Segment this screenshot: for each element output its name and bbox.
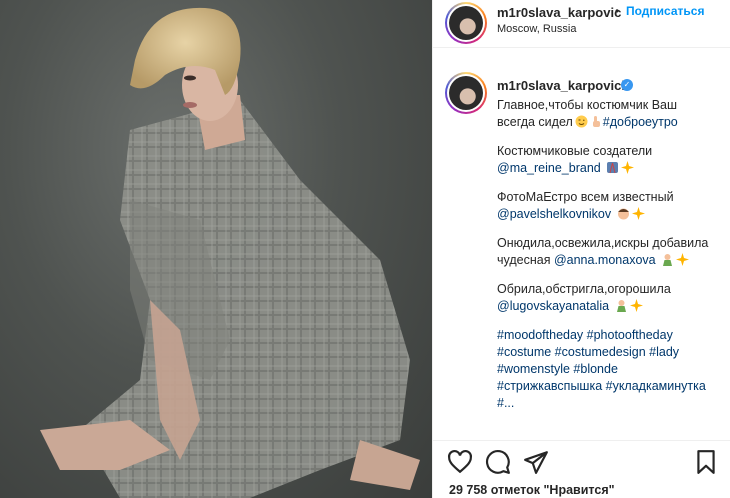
caption-line: чудесная — [497, 253, 554, 267]
follow-button[interactable]: Подписаться — [626, 4, 704, 18]
sparkle-emoji-icon — [629, 299, 643, 312]
sparkle-emoji-icon — [676, 253, 690, 266]
mention-link[interactable]: @ma_reine_brand — [497, 161, 601, 175]
suit-emoji-icon — [607, 162, 619, 174]
heart-icon[interactable] — [447, 449, 473, 475]
header-username[interactable]: m1r0slava_karpovic — [497, 5, 621, 20]
post-actions: 29 758 отметок "Нравится" — [433, 440, 730, 498]
photo-illustration — [40, 7, 420, 498]
sparkle-emoji-icon — [631, 207, 645, 220]
bookmark-icon[interactable] — [693, 449, 719, 475]
caption-paragraph-1: Главное,чтобы костюмчик Ваш всегда сидел… — [497, 97, 730, 131]
hashtag-line[interactable]: #womenstyle #blonde — [497, 361, 730, 378]
hashtag-link[interactable]: #доброеутро — [603, 115, 678, 129]
caption-line: всегда сидел — [497, 115, 573, 129]
mention-link[interactable]: @anna.monaxova — [554, 253, 656, 267]
post-side-panel: m1r0slava_karpovic • Подписаться Moscow,… — [432, 0, 730, 498]
verified-badge-icon: ✓ — [621, 79, 633, 91]
mention-link[interactable]: @pavelshelkovnikov — [497, 207, 611, 221]
post-photo[interactable] — [0, 0, 432, 498]
comment-icon[interactable] — [485, 449, 511, 475]
post-header: m1r0slava_karpovic • Подписаться Moscow,… — [433, 0, 730, 48]
mention-link[interactable]: @lugovskayanatalia — [497, 299, 609, 313]
woman-emoji-icon — [616, 300, 626, 312]
caption-line: Обрила,обстригла,огорошила — [497, 282, 671, 296]
caption-line: Главное,чтобы костюмчик Ваш — [497, 98, 678, 112]
caption-line: Костюмчиковые создатели — [497, 144, 653, 158]
woman-emoji-icon — [663, 254, 673, 266]
hand-emoji-icon — [592, 116, 600, 127]
wink-emoji-icon — [575, 115, 588, 128]
avatar[interactable] — [445, 2, 487, 44]
caption-text: Главное,чтобы костюмчик Ваш всегда сидел… — [497, 97, 730, 412]
caption-username[interactable]: m1r0slava_karpovich — [497, 78, 629, 93]
hashtag-line[interactable]: #costume #costumedesign #lady — [497, 344, 730, 361]
caption-paragraph-2: Костюмчиковые создатели @ma_reine_brand — [497, 143, 730, 177]
hashtag-line[interactable]: #стрижкавспышка #укладкаминутка — [497, 378, 730, 395]
caption-line: Онюдила,освежила,искры добавила — [497, 236, 709, 250]
sparkle-emoji-icon — [621, 161, 635, 174]
caption-paragraph-5: Обрила,обстригла,огорошила @lugovskayana… — [497, 281, 730, 315]
face-emoji-icon — [617, 208, 629, 220]
hashtag-line[interactable]: #moodoftheday #photooftheday — [497, 327, 730, 344]
caption-line: ФотоМаЕстро всем известный — [497, 190, 674, 204]
caption-paragraph-3: ФотоМаЕстро всем известный @pavelshelkov… — [497, 189, 730, 223]
hashtag-block: #moodoftheday #photooftheday #costume #c… — [497, 327, 730, 412]
likes-count[interactable]: 29 758 отметок "Нравится" — [449, 483, 615, 497]
caption-paragraph-4: Онюдила,освежила,искры добавила чудесная… — [497, 235, 730, 269]
location-link[interactable]: Moscow, Russia — [497, 23, 576, 35]
hashtag-line[interactable]: #... — [497, 395, 730, 412]
comments-area: m1r0slava_karpovich ✓ Главное,чтобы кост… — [433, 48, 730, 440]
share-icon[interactable] — [523, 449, 549, 475]
caption-avatar[interactable] — [445, 72, 487, 114]
separator-dot: • — [615, 4, 620, 18]
